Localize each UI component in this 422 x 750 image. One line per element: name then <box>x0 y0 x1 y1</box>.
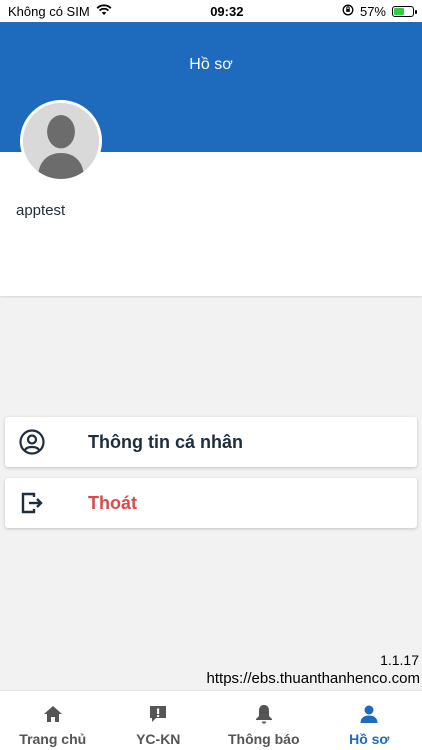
tab-bar: Trang chủ YC-KN Thông báo Hồ sơ <box>0 690 422 750</box>
tab-notifications[interactable]: Thông báo <box>211 691 317 750</box>
app-version: 1.1.17 <box>380 652 419 668</box>
username: apptest <box>16 202 66 219</box>
logout-button[interactable]: Thoát <box>5 478 417 528</box>
personal-info-button[interactable]: Thông tin cá nhân <box>5 417 417 467</box>
logout-label: Thoát <box>88 493 137 513</box>
wifi-icon <box>96 3 112 19</box>
battery-percent: 57% <box>359 3 386 19</box>
status-bar: Không có SIM 09:32 57% <box>0 0 422 22</box>
tab-home-label: Trang chủ <box>19 731 87 747</box>
tab-yc-kn-label: YC-KN <box>136 731 181 747</box>
home-icon <box>43 706 62 722</box>
carrier-text: Không có SIM <box>8 3 90 19</box>
page-title: Hồ sơ <box>189 56 233 73</box>
status-time: 09:32 <box>210 3 244 19</box>
alert-message-icon <box>150 706 167 722</box>
logout-icon <box>19 490 45 516</box>
avatar <box>20 100 102 182</box>
tab-yc-kn[interactable]: YC-KN <box>106 691 212 750</box>
tab-home[interactable]: Trang chủ <box>0 691 106 750</box>
tab-notifications-label: Thông báo <box>227 731 300 747</box>
bell-icon <box>255 705 272 724</box>
status-right: 57% <box>342 3 417 19</box>
person-icon <box>360 705 378 723</box>
tab-profile[interactable]: Hồ sơ <box>317 691 422 750</box>
orientation-lock-icon <box>342 4 354 19</box>
battery-icon <box>392 5 417 17</box>
status-left: Không có SIM <box>8 4 112 19</box>
site-url: https://ebs.thuanthanhenco.com <box>206 670 420 687</box>
account-circle-icon <box>19 429 45 455</box>
personal-info-label: Thông tin cá nhân <box>88 432 243 452</box>
battery-fill <box>394 7 404 15</box>
person-silhouette-icon <box>23 103 99 179</box>
tab-profile-label: Hồ sơ <box>349 731 390 747</box>
